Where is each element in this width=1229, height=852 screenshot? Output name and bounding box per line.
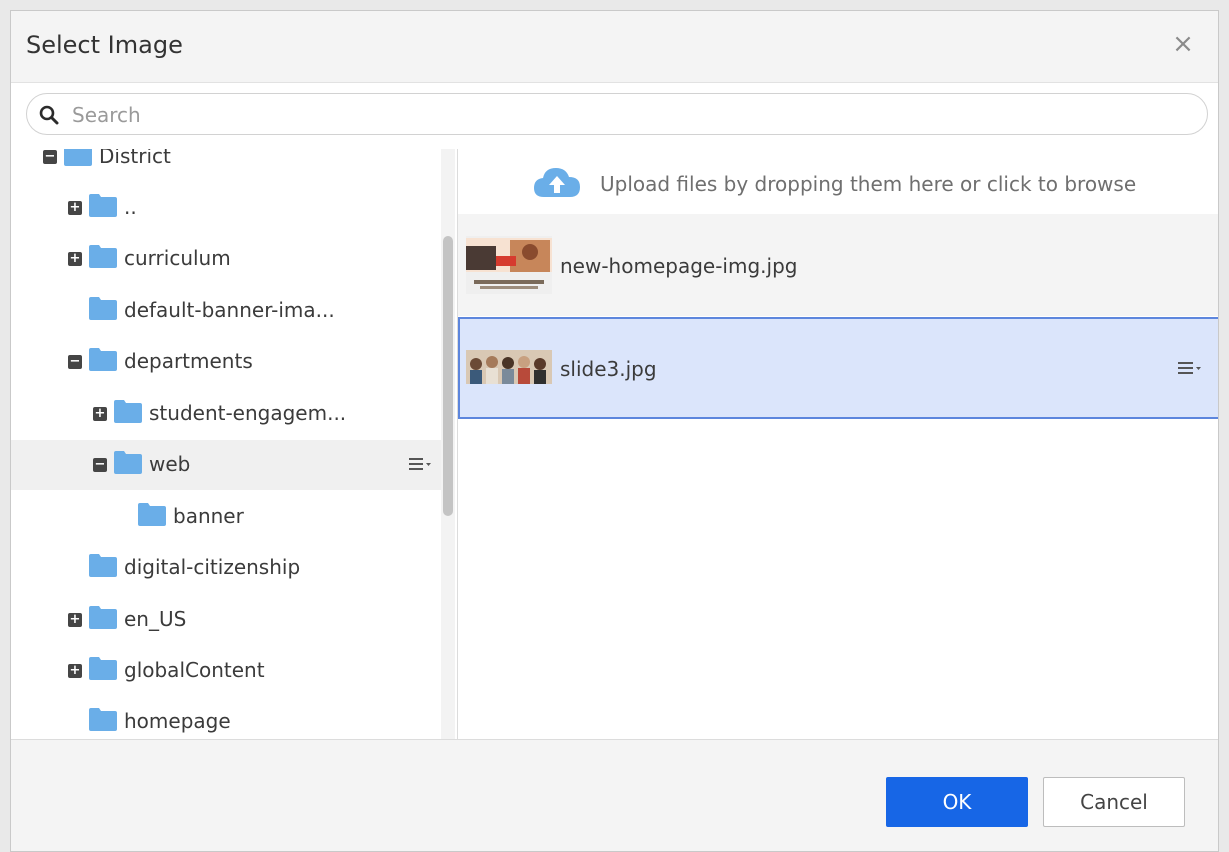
cloud-upload-icon [534,168,580,197]
tree-item-default-banner[interactable]: default-banner-ima... [11,286,441,336]
minus-square-icon[interactable]: − [43,150,57,164]
minus-square-icon[interactable]: − [93,458,107,472]
folder-icon [89,657,117,680]
menu-dropdown-icon[interactable] [1176,357,1204,379]
dialog-title: Select Image [26,31,183,59]
tree-item-label: student-engagem... [149,401,347,425]
tree-item-en-us[interactable]: + en_US [11,595,441,645]
plus-square-icon[interactable]: + [68,252,82,266]
tree-item-homepage[interactable]: homepage [11,697,441,739]
file-name: new-homepage-img.jpg [560,254,798,278]
menu-dropdown-icon[interactable] [407,453,433,475]
tree-item-district[interactable]: − District [11,149,441,182]
tree-item-label: en_US [124,607,187,631]
plus-square-icon[interactable]: + [68,613,82,627]
cancel-button[interactable]: Cancel [1043,777,1185,827]
folder-icon [89,606,117,629]
search-icon [39,105,59,125]
tree-item-label: web [149,452,191,476]
file-thumbnail [466,236,552,294]
tree-scrollbar-thumb[interactable] [443,236,453,516]
dialog-header: Select Image × [11,11,1218,83]
folder-icon [89,348,117,371]
ok-button[interactable]: OK [886,777,1028,827]
close-icon[interactable]: × [1170,31,1196,57]
upload-text: Upload files by dropping them here or cl… [600,172,1137,196]
tree-item-label: departments [124,349,253,373]
tree-item-label: default-banner-ima... [124,298,335,322]
tree-item-student-engagement[interactable]: + student-engagem... [11,389,441,439]
file-list: new-homepage-img.jpg slide3.jpg [458,214,1218,739]
tree-item-label: digital-citizenship [124,555,301,579]
folder-icon [89,297,117,320]
upload-dropzone[interactable]: Upload files by dropping them here or cl… [458,149,1218,213]
file-row[interactable]: new-homepage-img.jpg [458,214,1218,316]
folder-icon [89,194,117,217]
tree-item-label: curriculum [124,246,231,270]
tree-item-label: banner [173,504,244,528]
search-box [26,93,1208,135]
file-row-selected[interactable]: slide3.jpg [458,317,1218,419]
file-thumbnail [466,350,552,384]
folder-icon [89,708,117,731]
folder-icon [114,400,142,423]
folder-icon [89,245,117,268]
folder-icon [64,149,92,166]
folder-icon [114,451,142,474]
plus-square-icon[interactable]: + [68,201,82,215]
folder-icon [89,554,117,577]
folder-tree: − District + .. + curriculum default-ban… [11,149,457,739]
tree-item-parent[interactable]: + .. [11,183,441,233]
tree-item-web[interactable]: − web [11,440,441,490]
tree-item-label: District [99,149,171,168]
tree-item-label: homepage [124,709,231,733]
tree-item-global-content[interactable]: + globalContent [11,646,441,696]
tree-item-curriculum[interactable]: + curriculum [11,234,441,284]
tree-item-departments[interactable]: − departments [11,337,441,387]
tree-item-digital-citizenship[interactable]: digital-citizenship [11,543,441,593]
tree-item-label: .. [124,195,137,219]
plus-square-icon[interactable]: + [93,407,107,421]
tree-item-label: globalContent [124,658,265,682]
select-image-dialog: Select Image × − District + .. + curricu… [10,10,1219,852]
file-name: slide3.jpg [560,357,657,381]
minus-square-icon[interactable]: − [68,355,82,369]
tree-item-banner[interactable]: banner [11,492,441,542]
plus-square-icon[interactable]: + [68,664,82,678]
search-input[interactable] [70,100,1194,130]
folder-icon [138,503,166,526]
dialog-footer: OK Cancel [11,739,1218,851]
